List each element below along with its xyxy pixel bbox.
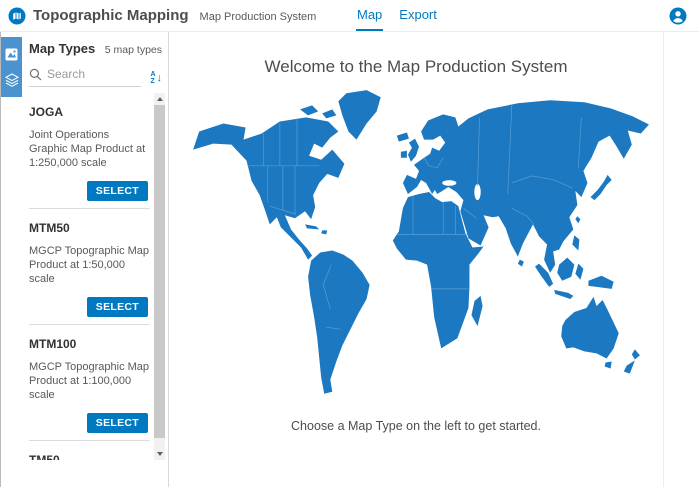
search-icon bbox=[29, 68, 42, 81]
main-right-gutter bbox=[663, 32, 699, 487]
panel-title: Map Types bbox=[29, 41, 95, 56]
sidebar-scrollbar[interactable] bbox=[154, 93, 165, 460]
widget-rail-group bbox=[1, 37, 22, 97]
map-type-item: MTM50 MGCP Topographic Map Product at 1:… bbox=[29, 209, 150, 325]
tab-export[interactable]: Export bbox=[398, 0, 438, 31]
sort-a-z-icon[interactable]: A Z ↓ bbox=[150, 72, 162, 87]
map-panel-icon[interactable] bbox=[4, 47, 19, 62]
map-types-panel: Map Types 5 map types A Z ↓ bbox=[22, 32, 169, 487]
app-title: Topographic Mapping bbox=[33, 7, 189, 24]
map-type-item: TM50 Topographic Map Product at 1:50,000… bbox=[29, 441, 150, 460]
tab-map[interactable]: Map bbox=[356, 0, 383, 31]
search-input[interactable] bbox=[47, 67, 127, 81]
search-box[interactable] bbox=[29, 67, 141, 87]
map-type-list: JOGA Joint Operations Graphic Map Produc… bbox=[22, 93, 168, 460]
map-type-item: JOGA Joint Operations Graphic Map Produc… bbox=[29, 93, 150, 209]
welcome-heading: Welcome to the Map Production System bbox=[169, 32, 663, 77]
app-subtitle: Map Production System bbox=[200, 9, 317, 23]
header-tabs: Map Export bbox=[356, 0, 438, 31]
layers-panel-icon[interactable] bbox=[4, 72, 19, 87]
main-area: Welcome to the Map Production System bbox=[169, 32, 699, 487]
app-header: Topographic Mapping Map Production Syste… bbox=[0, 0, 699, 32]
widget-rail bbox=[1, 32, 22, 487]
map-types-header: Map Types 5 map types bbox=[22, 32, 168, 56]
app-logo-icon bbox=[8, 7, 26, 25]
scroll-down-icon[interactable] bbox=[154, 448, 165, 460]
select-button[interactable]: SELECT bbox=[87, 413, 148, 433]
map-type-description: Joint Operations Graphic Map Product at … bbox=[29, 128, 150, 170]
app-body: Map Types 5 map types A Z ↓ bbox=[0, 32, 699, 487]
scroll-up-icon[interactable] bbox=[154, 93, 165, 105]
map-type-name: TM50 bbox=[29, 448, 150, 460]
search-row: A Z ↓ bbox=[29, 67, 162, 87]
user-account-icon[interactable] bbox=[669, 7, 687, 25]
map-type-description: MGCP Topographic Map Product at 1:50,000… bbox=[29, 244, 150, 286]
map-type-item: MTM100 MGCP Topographic Map Product at 1… bbox=[29, 325, 150, 441]
instruction-text: Choose a Map Type on the left to get sta… bbox=[169, 419, 663, 433]
map-type-name: JOGA bbox=[29, 100, 150, 119]
map-type-description: MGCP Topographic Map Product at 1:100,00… bbox=[29, 360, 150, 402]
map-types-count: 5 map types bbox=[105, 44, 162, 56]
map-type-name: MTM50 bbox=[29, 216, 150, 235]
scrollbar-thumb[interactable] bbox=[154, 105, 165, 438]
select-button[interactable]: SELECT bbox=[87, 181, 148, 201]
select-button[interactable]: SELECT bbox=[87, 297, 148, 317]
map-type-name: MTM100 bbox=[29, 332, 150, 351]
world-map bbox=[179, 87, 653, 405]
